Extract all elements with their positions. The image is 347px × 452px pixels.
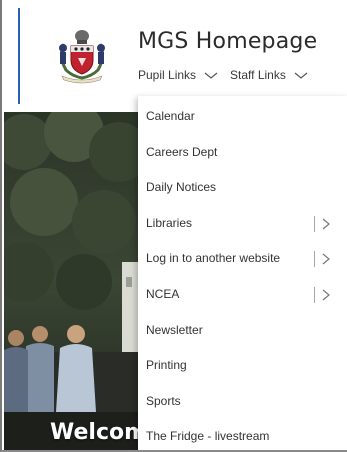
menu-item-label: The Fridge - livestream	[146, 429, 270, 443]
menu-item-label: Newsletter	[146, 323, 203, 337]
nav-staff-links[interactable]: Staff Links	[230, 68, 308, 82]
page-frame: MGS Homepage Pupil Links Staff Links Wel…	[0, 0, 347, 452]
chevron-right-icon[interactable]	[321, 289, 331, 301]
nav-staff-links-label: Staff Links	[230, 68, 286, 82]
menu-item-label: Daily Notices	[146, 180, 217, 194]
submenu-divider	[314, 216, 315, 232]
menu-item-label: Libraries	[146, 216, 193, 230]
menu-item-calendar[interactable]: Calendar	[138, 101, 347, 131]
chevron-right-icon[interactable]	[321, 253, 331, 265]
menu-item-newsletter[interactable]: Newsletter	[138, 315, 347, 345]
menu-item-label: Careers Dept	[146, 145, 218, 159]
menu-item-label: Log in to another website	[146, 251, 281, 265]
chevron-right-icon[interactable]	[321, 218, 331, 230]
site-title[interactable]: MGS Homepage	[138, 29, 317, 54]
menu-item-careers-dept[interactable]: Careers Dept	[138, 137, 347, 167]
menu-item-the-fridge-livestream[interactable]: The Fridge - livestream	[138, 421, 347, 450]
menu-item-log-in-to-another-website[interactable]: Log in to another website	[138, 243, 347, 273]
accent-bar	[18, 8, 20, 104]
menu-item-label: Printing	[146, 358, 187, 372]
menu-item-sports[interactable]: Sports	[138, 386, 347, 416]
menu-item-label: NCEA	[146, 287, 180, 301]
menu-item-printing[interactable]: Printing	[138, 350, 347, 380]
nav-pupil-links[interactable]: Pupil Links	[138, 68, 218, 82]
top-nav: Pupil Links Staff Links	[138, 65, 308, 85]
chevron-down-icon	[204, 72, 218, 79]
nav-pupil-links-label: Pupil Links	[138, 68, 197, 82]
pupil-links-dropdown: Calendar Careers Dept Daily Notices Libr…	[138, 96, 347, 450]
hero-image	[4, 112, 144, 450]
school-crest-logo[interactable]	[54, 26, 110, 84]
submenu-divider	[314, 287, 315, 303]
submenu-divider	[314, 251, 315, 267]
hero-welcome-text: Welcom	[50, 420, 148, 445]
menu-item-daily-notices[interactable]: Daily Notices	[138, 172, 347, 202]
menu-item-ncea[interactable]: NCEA	[138, 279, 347, 309]
menu-item-label: Sports	[146, 394, 181, 408]
menu-item-label: Calendar	[146, 109, 195, 123]
menu-item-libraries[interactable]: Libraries	[138, 208, 347, 238]
chevron-down-icon	[294, 72, 308, 79]
